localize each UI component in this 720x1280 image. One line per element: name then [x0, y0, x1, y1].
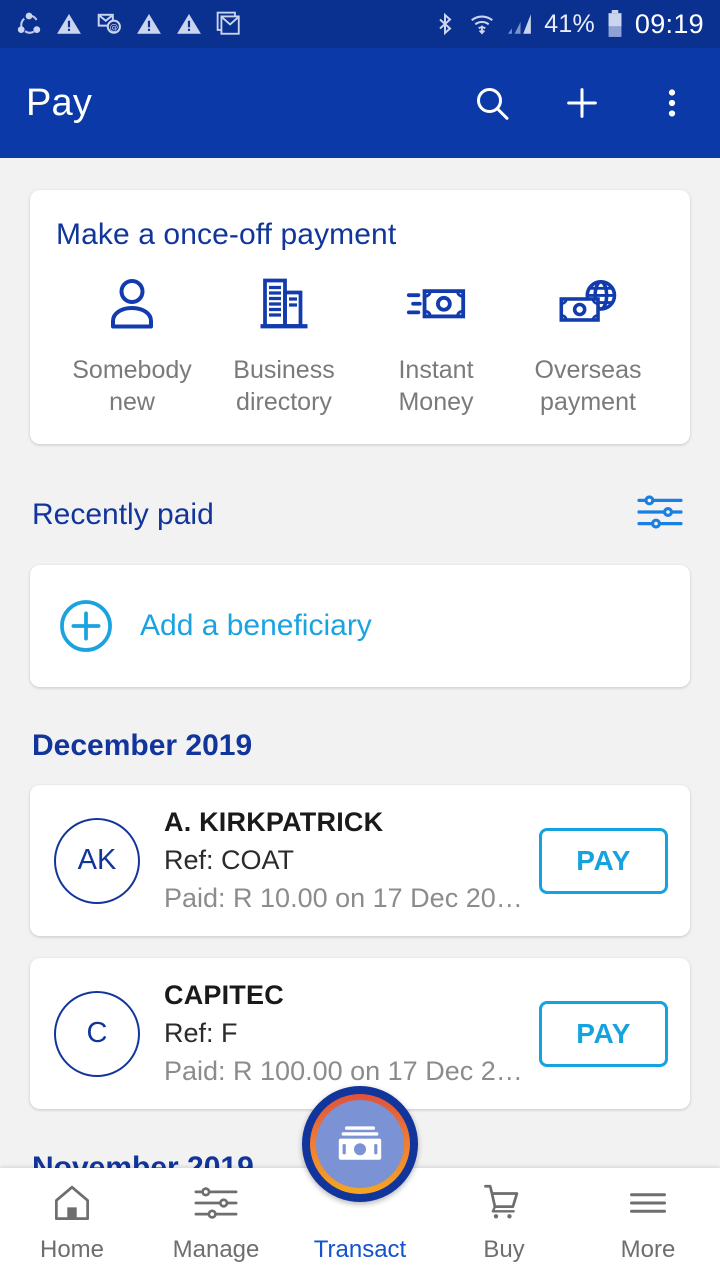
banknote-fast-icon [405, 274, 467, 334]
beneficiary-details: A. KIRKPATRICK Ref: COAT Paid: R 10.00 o… [164, 807, 539, 914]
battery-icon [608, 10, 622, 37]
add-button[interactable] [560, 81, 604, 125]
beneficiary-last-paid: Paid: R 10.00 on 17 Dec 20… [164, 883, 523, 913]
once-off-options: Somebody new Business directory Instant … [56, 274, 664, 418]
option-overseas-payment[interactable]: Overseas payment [512, 274, 664, 418]
month-header-december: December 2019 [32, 729, 253, 762]
sliders-icon [193, 1180, 239, 1226]
search-button[interactable] [470, 81, 514, 125]
banknote-globe-icon [557, 274, 619, 334]
option-label: Business directory [233, 354, 334, 418]
warning-icon [137, 14, 161, 34]
option-label-line1: Overseas [534, 356, 642, 384]
overflow-menu-icon [668, 89, 676, 117]
pay-button[interactable]: PAY [539, 1000, 668, 1067]
gmail-icon [216, 11, 240, 35]
beneficiary-reference: Ref: COAT [164, 845, 295, 875]
status-bar-notifications: @ [16, 11, 242, 37]
plus-icon [567, 88, 597, 118]
warning-icon [57, 14, 81, 34]
option-label: Somebody new [72, 354, 192, 418]
nav-label: Home [39, 1236, 105, 1263]
beneficiary-name: CAPITEC [164, 980, 284, 1010]
recently-paid-title: Recently paid [32, 497, 214, 531]
status-bar-system: 41% 09:19 [433, 9, 704, 40]
sync-icon [17, 12, 41, 34]
nav-label: Buy [483, 1236, 525, 1263]
nav-label: More [620, 1236, 676, 1263]
nav-item-manage[interactable]: Manage [144, 1180, 288, 1264]
svg-text:@: @ [110, 23, 119, 33]
beneficiary-row-kirkpatrick[interactable]: AK A. KIRKPATRICK Ref: COAT Paid: R 10.0… [30, 785, 690, 936]
option-label-line1: Business [233, 356, 335, 384]
once-off-payment-card: Make a once-off payment Somebody new Bus… [30, 190, 690, 444]
fab-inner-circle [316, 1100, 404, 1188]
page-title: Pay [26, 81, 93, 124]
nav-label: Transact [313, 1236, 407, 1263]
option-somebody-new[interactable]: Somebody new [56, 274, 208, 418]
recently-paid-header: Recently paid [32, 488, 688, 541]
nav-item-more[interactable]: More [576, 1180, 720, 1264]
home-icon [50, 1180, 94, 1226]
pay-button[interactable]: PAY [539, 827, 668, 894]
warning-icon [177, 14, 201, 34]
add-beneficiary-row[interactable]: Add a beneficiary [30, 565, 690, 687]
hamburger-icon [626, 1180, 670, 1226]
option-label-line1: Instant [398, 356, 474, 384]
app-screen: @ 41% 09:19 Pay Make a once-off payment … [0, 0, 720, 1280]
option-business-directory[interactable]: Business directory [208, 274, 360, 418]
filter-sliders-icon [637, 495, 683, 529]
beneficiary-details: CAPITEC Ref: F Paid: R 100.00 on 17 Dec … [164, 980, 539, 1087]
option-label: Instant Money [398, 354, 473, 418]
transact-fab[interactable] [302, 1086, 418, 1202]
avatar: C [54, 990, 140, 1077]
bluetooth-icon [439, 12, 452, 36]
wifi-icon [471, 15, 494, 35]
option-label-line2: new [109, 388, 155, 416]
status-bar-clock: 09:19 [634, 8, 704, 39]
nav-item-home[interactable]: Home [0, 1180, 144, 1264]
option-label-line2: directory [236, 388, 332, 416]
plus-circle-icon [60, 600, 112, 652]
add-beneficiary-label: Add a beneficiary [140, 609, 372, 642]
app-bar-actions [470, 81, 694, 125]
fab-gradient-ring [310, 1094, 410, 1194]
beneficiary-name: A. KIRKPATRICK [164, 807, 384, 837]
battery-percent: 41% [544, 9, 595, 38]
banknote-stack-icon [338, 1126, 382, 1160]
option-label-line1: Somebody [72, 356, 192, 384]
app-bar: Pay [0, 48, 720, 158]
overflow-menu-button[interactable] [650, 81, 694, 125]
filter-button[interactable] [632, 488, 688, 541]
email-attention-icon: @ [97, 13, 121, 34]
option-label-line2: payment [540, 388, 636, 416]
beneficiary-last-paid: Paid: R 100.00 on 17 Dec 2… [164, 1056, 523, 1086]
person-icon [102, 274, 162, 334]
once-off-title: Make a once-off payment [56, 218, 397, 251]
option-instant-money[interactable]: Instant Money [360, 274, 512, 418]
buildings-icon [254, 274, 314, 334]
option-label: Overseas payment [535, 354, 642, 418]
cart-icon [481, 1180, 527, 1226]
status-bar: @ 41% 09:19 [0, 0, 720, 48]
avatar: AK [54, 817, 140, 904]
cellular-signal-icon [508, 14, 532, 34]
option-label-line2: Money [398, 388, 474, 416]
search-icon [477, 88, 509, 120]
beneficiary-reference: Ref: F [164, 1018, 238, 1048]
nav-item-buy[interactable]: Buy [432, 1180, 576, 1264]
nav-label: Manage [172, 1236, 260, 1263]
